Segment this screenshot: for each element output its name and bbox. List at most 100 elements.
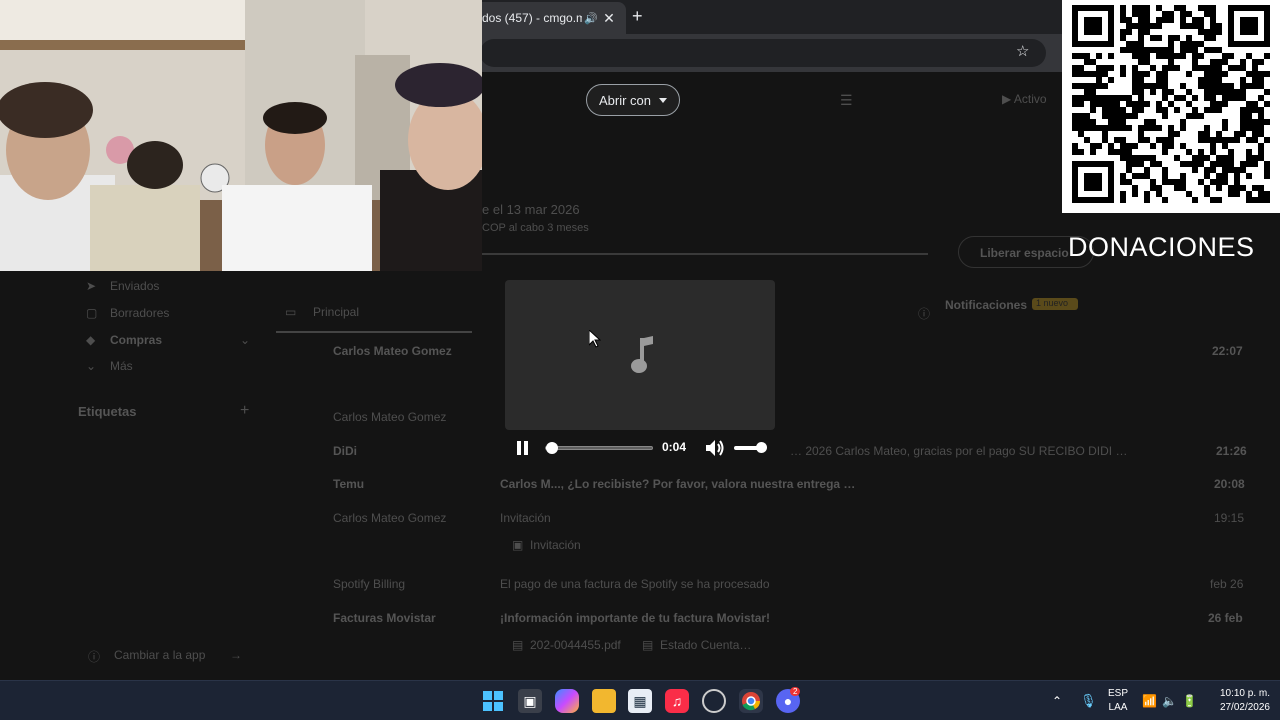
- qr-module: [1084, 83, 1090, 89]
- seek-slider[interactable]: [545, 442, 653, 454]
- file-explorer-icon[interactable]: [592, 689, 616, 713]
- qr-module: [1144, 137, 1150, 143]
- volume-icon[interactable]: [705, 439, 725, 457]
- seek-handle[interactable]: [546, 442, 559, 454]
- qr-module: [1252, 131, 1258, 137]
- qr-module: [1210, 11, 1216, 17]
- qr-module: [1150, 143, 1156, 149]
- pause-button[interactable]: [517, 441, 529, 455]
- apple-music-icon[interactable]: ♫: [665, 689, 689, 713]
- qr-module: [1216, 185, 1222, 191]
- qr-module: [1114, 149, 1120, 155]
- row-subject[interactable]: ¡Información importante de tu factura Mo…: [500, 611, 770, 625]
- qr-module: [1240, 125, 1246, 131]
- language-indicator[interactable]: ESP LAA: [1108, 687, 1128, 715]
- qr-module: [1168, 101, 1174, 107]
- bookmark-star-icon[interactable]: ☆: [1016, 42, 1029, 60]
- chevron-down-icon[interactable]: ⌄: [240, 333, 250, 347]
- qr-module: [1114, 101, 1120, 107]
- qr-finder: [1240, 17, 1258, 35]
- qr-module: [1144, 17, 1150, 23]
- qr-module: [1210, 83, 1216, 89]
- qr-module: [1138, 77, 1144, 83]
- row-subject[interactable]: Invitación: [500, 511, 551, 525]
- qr-module: [1216, 29, 1222, 35]
- sidebar-item-purchases[interactable]: Compras: [110, 333, 162, 347]
- row-subject[interactable]: … 2026 Carlos Mateo, gracias por el pago…: [790, 444, 1127, 458]
- active-status[interactable]: ▶ Activo: [1002, 92, 1047, 106]
- qr-module: [1156, 137, 1162, 143]
- add-label-icon[interactable]: +: [240, 402, 249, 420]
- qr-module: [1264, 101, 1270, 107]
- tab-audio-icon[interactable]: 🔊: [582, 12, 600, 25]
- row-sender[interactable]: Facturas Movistar: [333, 611, 436, 625]
- qr-module: [1156, 35, 1162, 41]
- address-bar[interactable]: [480, 39, 1046, 67]
- qr-module: [1180, 119, 1186, 125]
- attachment-chip[interactable]: Invitación: [530, 538, 581, 552]
- row-sender[interactable]: Carlos Mateo Gomez: [333, 344, 452, 358]
- tab-close-icon[interactable]: ✕: [600, 10, 618, 27]
- audio-player[interactable]: [505, 280, 775, 430]
- qr-module: [1138, 83, 1144, 89]
- battery-icon[interactable]: 🔋: [1182, 681, 1197, 720]
- qr-module: [1258, 83, 1264, 89]
- volume-handle[interactable]: [756, 442, 767, 453]
- chrome-icon[interactable]: [739, 689, 763, 713]
- row-sender[interactable]: Carlos Mateo Gomez: [333, 410, 446, 424]
- speaker-icon[interactable]: 🔈: [1162, 681, 1177, 720]
- tab-notifications[interactable]: Notificaciones: [945, 298, 1027, 312]
- start-windows-icon[interactable]: [481, 689, 505, 713]
- qr-module: [1210, 47, 1216, 53]
- switch-app-link[interactable]: Cambiar a la app: [114, 648, 205, 662]
- app-icon[interactable]: [702, 689, 726, 713]
- row-sender[interactable]: Carlos Mateo Gomez: [333, 511, 446, 525]
- qr-module: [1162, 89, 1168, 95]
- qr-module: [1252, 119, 1258, 125]
- qr-module: [1120, 113, 1126, 119]
- wifi-icon[interactable]: 📶: [1142, 681, 1157, 720]
- qr-module: [1222, 167, 1228, 173]
- qr-module: [1108, 53, 1114, 59]
- qr-module: [1120, 17, 1126, 23]
- row-subject[interactable]: El pago de una factura de Spotify se ha …: [500, 577, 770, 591]
- qr-module: [1240, 59, 1246, 65]
- attachment-chip[interactable]: 202-0044455.pdf: [530, 638, 621, 652]
- qr-module: [1132, 53, 1138, 59]
- system-clock[interactable]: 10:10 p. m. 27/02/2026: [1220, 687, 1270, 715]
- qr-module: [1228, 167, 1234, 173]
- qr-module: [1162, 113, 1168, 119]
- qr-module: [1120, 173, 1126, 179]
- copilot-icon[interactable]: [555, 689, 579, 713]
- row-sender[interactable]: DiDi: [333, 444, 357, 458]
- tab-primary[interactable]: Principal: [313, 305, 359, 319]
- filter-icon[interactable]: ☰: [840, 92, 853, 109]
- pdf-icon: ▤: [642, 638, 654, 652]
- qr-module: [1234, 191, 1240, 197]
- microphone-icon[interactable]: 🎙: [1080, 681, 1097, 720]
- volume-slider[interactable]: [734, 442, 767, 453]
- qr-module: [1246, 83, 1252, 89]
- qr-module: [1258, 131, 1264, 137]
- open-with-button[interactable]: Abrir con: [586, 84, 680, 116]
- qr-module: [1246, 191, 1252, 197]
- qr-module: [1168, 47, 1174, 53]
- sidebar-item-more[interactable]: Más: [110, 359, 133, 373]
- row-sender[interactable]: Temu: [333, 477, 364, 491]
- sidebar-item-sent[interactable]: Enviados: [110, 279, 159, 293]
- attachment-chip[interactable]: Estado Cuenta…: [660, 638, 751, 652]
- qr-module: [1150, 119, 1156, 125]
- qr-module: [1198, 29, 1204, 35]
- sidebar-item-drafts[interactable]: Borradores: [110, 306, 169, 320]
- qr-module: [1210, 143, 1216, 149]
- browser-tab-active[interactable]: dos (457) - cmgo.mm 🔊 ✕: [470, 2, 626, 34]
- new-tab-button[interactable]: +: [632, 6, 643, 27]
- row-subject[interactable]: Carlos M..., ¿Lo recibiste? Por favor, v…: [500, 477, 855, 491]
- tray-overflow-icon[interactable]: ⌃: [1052, 681, 1062, 720]
- qr-module: [1216, 23, 1222, 29]
- qr-module: [1264, 89, 1270, 95]
- qr-module: [1156, 17, 1162, 23]
- microsoft-store-icon[interactable]: ▦: [628, 689, 652, 713]
- task-view-icon[interactable]: ▣: [518, 689, 542, 713]
- row-sender[interactable]: Spotify Billing: [333, 577, 405, 591]
